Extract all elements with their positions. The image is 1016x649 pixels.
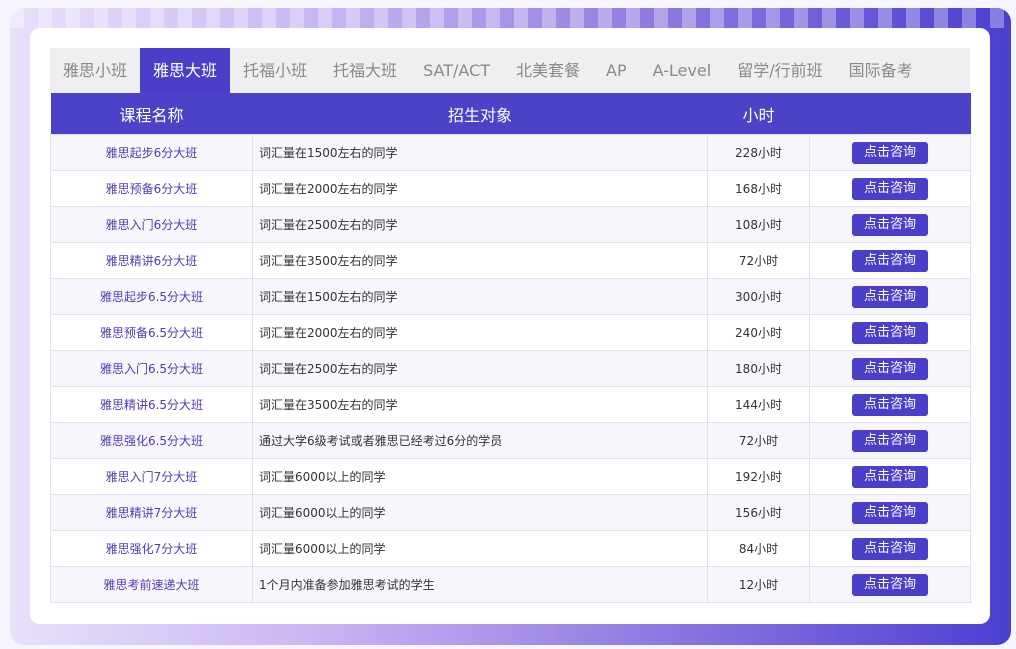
table-row: 雅思入门7分大班 词汇量6000以上的同学 192小时 点击咨询 <box>50 458 971 495</box>
action-cell: 点击咨询 <box>809 458 971 495</box>
table-row: 雅思入门6分大班 词汇量在2500左右的同学 108小时 点击咨询 <box>50 206 971 243</box>
tab-a-level[interactable]: A-Level <box>640 48 725 93</box>
target-students-cell: 词汇量在2500左右的同学 <box>252 206 708 243</box>
table-row: 雅思入门6.5分大班 词汇量在2500左右的同学 180小时 点击咨询 <box>50 350 971 387</box>
target-students-cell: 词汇量在3500左右的同学 <box>252 242 708 279</box>
consult-button[interactable]: 点击咨询 <box>852 465 928 488</box>
course-name-cell: 雅思预备6分大班 <box>50 170 253 207</box>
consult-button[interactable]: 点击咨询 <box>852 357 928 380</box>
course-name-cell: 雅思精讲6分大班 <box>50 242 253 279</box>
course-name-cell: 雅思入门7分大班 <box>50 458 253 495</box>
hours-cell: 168小时 <box>707 170 810 207</box>
course-name-cell: 雅思起步6分大班 <box>50 134 253 171</box>
frame-stripes <box>10 8 1011 28</box>
action-cell: 点击咨询 <box>809 278 971 315</box>
hours-cell: 72小时 <box>707 422 810 459</box>
table-row: 雅思考前速递大班 1个月内准备参加雅思考试的学生 12小时 点击咨询 <box>50 566 971 603</box>
course-name-cell: 雅思起步6.5分大班 <box>50 278 253 315</box>
target-students-cell: 词汇量在2000左右的同学 <box>252 170 708 207</box>
target-students-cell: 1个月内准备参加雅思考试的学生 <box>252 566 708 603</box>
table-row: 雅思强化7分大班 词汇量6000以上的同学 84小时 点击咨询 <box>50 530 971 567</box>
course-name-cell: 雅思入门6.5分大班 <box>50 350 253 387</box>
action-cell: 点击咨询 <box>809 566 971 603</box>
consult-button[interactable]: 点击咨询 <box>852 213 928 236</box>
tab-study-abroad-pre-departure[interactable]: 留学/行前班 <box>724 48 835 93</box>
course-table: 课程名称 招生对象 小时 雅思起步6分大班 词汇量在1500左右的同学 228小… <box>50 93 971 603</box>
action-cell: 点击咨询 <box>809 422 971 459</box>
action-cell: 点击咨询 <box>809 206 971 243</box>
consult-button[interactable]: 点击咨询 <box>852 141 928 164</box>
consult-button[interactable]: 点击咨询 <box>852 537 928 560</box>
consult-button[interactable]: 点击咨询 <box>852 501 928 524</box>
course-table-body: 雅思起步6分大班 词汇量在1500左右的同学 228小时 点击咨询 雅思预备6分… <box>50 134 971 603</box>
consult-button[interactable]: 点击咨询 <box>852 285 928 308</box>
tab-ap[interactable]: AP <box>593 48 640 93</box>
target-students-cell: 词汇量6000以上的同学 <box>252 494 708 531</box>
tab-ielts-large-class[interactable]: 雅思大班 <box>140 48 231 93</box>
target-students-cell: 词汇量6000以上的同学 <box>252 530 708 567</box>
target-students-cell: 词汇量6000以上的同学 <box>252 458 708 495</box>
course-name-cell: 雅思精讲6.5分大班 <box>50 386 253 423</box>
tab-ielts-small-class[interactable]: 雅思小班 <box>50 48 140 93</box>
table-row: 雅思精讲6分大班 词汇量在3500左右的同学 72小时 点击咨询 <box>50 242 971 279</box>
course-name-cell: 雅思精讲7分大班 <box>50 494 253 531</box>
hours-cell: 192小时 <box>707 458 810 495</box>
target-students-cell: 通过大学6级考试或者雅思已经考过6分的学员 <box>252 422 708 459</box>
decorative-frame: 雅思小班 雅思大班 托福小班 托福大班 SAT/ACT 北美套餐 AP A-Le… <box>10 8 1011 645</box>
hours-cell: 84小时 <box>707 530 810 567</box>
action-cell: 点击咨询 <box>809 350 971 387</box>
header-target-students: 招生对象 <box>252 93 708 135</box>
target-students-cell: 词汇量在3500左右的同学 <box>252 386 708 423</box>
course-name-cell: 雅思强化6.5分大班 <box>50 422 253 459</box>
hours-cell: 108小时 <box>707 206 810 243</box>
table-row: 雅思预备6.5分大班 词汇量在2000左右的同学 240小时 点击咨询 <box>50 314 971 351</box>
action-cell: 点击咨询 <box>809 170 971 207</box>
action-cell: 点击咨询 <box>809 530 971 567</box>
course-name-cell: 雅思考前速递大班 <box>50 566 253 603</box>
course-name-cell: 雅思入门6分大班 <box>50 206 253 243</box>
consult-button[interactable]: 点击咨询 <box>852 429 928 452</box>
target-students-cell: 词汇量在2000左右的同学 <box>252 314 708 351</box>
consult-button[interactable]: 点击咨询 <box>852 177 928 200</box>
hours-cell: 12小时 <box>707 566 810 603</box>
action-cell: 点击咨询 <box>809 314 971 351</box>
target-students-cell: 词汇量在1500左右的同学 <box>252 134 708 171</box>
tab-sat-act[interactable]: SAT/ACT <box>410 48 503 93</box>
course-name-cell: 雅思预备6.5分大班 <box>50 314 253 351</box>
consult-button[interactable]: 点击咨询 <box>852 321 928 344</box>
course-name-cell: 雅思强化7分大班 <box>50 530 253 567</box>
consult-button[interactable]: 点击咨询 <box>852 249 928 272</box>
table-row: 雅思强化6.5分大班 通过大学6级考试或者雅思已经考过6分的学员 72小时 点击… <box>50 422 971 459</box>
header-action <box>809 93 971 135</box>
action-cell: 点击咨询 <box>809 494 971 531</box>
table-row: 雅思起步6分大班 词汇量在1500左右的同学 228小时 点击咨询 <box>50 134 971 171</box>
tab-international-exam-prep[interactable]: 国际备考 <box>836 48 926 93</box>
table-row: 雅思预备6分大班 词汇量在2000左右的同学 168小时 点击咨询 <box>50 170 971 207</box>
target-students-cell: 词汇量在2500左右的同学 <box>252 350 708 387</box>
consult-button[interactable]: 点击咨询 <box>852 573 928 596</box>
header-course-name: 课程名称 <box>50 93 253 135</box>
table-row: 雅思起步6.5分大班 词汇量在1500左右的同学 300小时 点击咨询 <box>50 278 971 315</box>
action-cell: 点击咨询 <box>809 386 971 423</box>
tab-toefl-large-class[interactable]: 托福大班 <box>320 48 410 93</box>
target-students-cell: 词汇量在1500左右的同学 <box>252 278 708 315</box>
hours-cell: 72小时 <box>707 242 810 279</box>
consult-button[interactable]: 点击咨询 <box>852 393 928 416</box>
table-row: 雅思精讲6.5分大班 词汇量在3500左右的同学 144小时 点击咨询 <box>50 386 971 423</box>
tab-north-america-package[interactable]: 北美套餐 <box>503 48 593 93</box>
hours-cell: 300小时 <box>707 278 810 315</box>
course-tabs: 雅思小班 雅思大班 托福小班 托福大班 SAT/ACT 北美套餐 AP A-Le… <box>50 48 970 93</box>
tab-toefl-small-class[interactable]: 托福小班 <box>230 48 320 93</box>
hours-cell: 156小时 <box>707 494 810 531</box>
action-cell: 点击咨询 <box>809 134 971 171</box>
table-row: 雅思精讲7分大班 词汇量6000以上的同学 156小时 点击咨询 <box>50 494 971 531</box>
hours-cell: 180小时 <box>707 350 810 387</box>
hours-cell: 144小时 <box>707 386 810 423</box>
course-card: 雅思小班 雅思大班 托福小班 托福大班 SAT/ACT 北美套餐 AP A-Le… <box>30 28 990 624</box>
action-cell: 点击咨询 <box>809 242 971 279</box>
hours-cell: 228小时 <box>707 134 810 171</box>
hours-cell: 240小时 <box>707 314 810 351</box>
course-table-header: 课程名称 招生对象 小时 <box>50 93 971 135</box>
header-hours: 小时 <box>707 93 810 135</box>
